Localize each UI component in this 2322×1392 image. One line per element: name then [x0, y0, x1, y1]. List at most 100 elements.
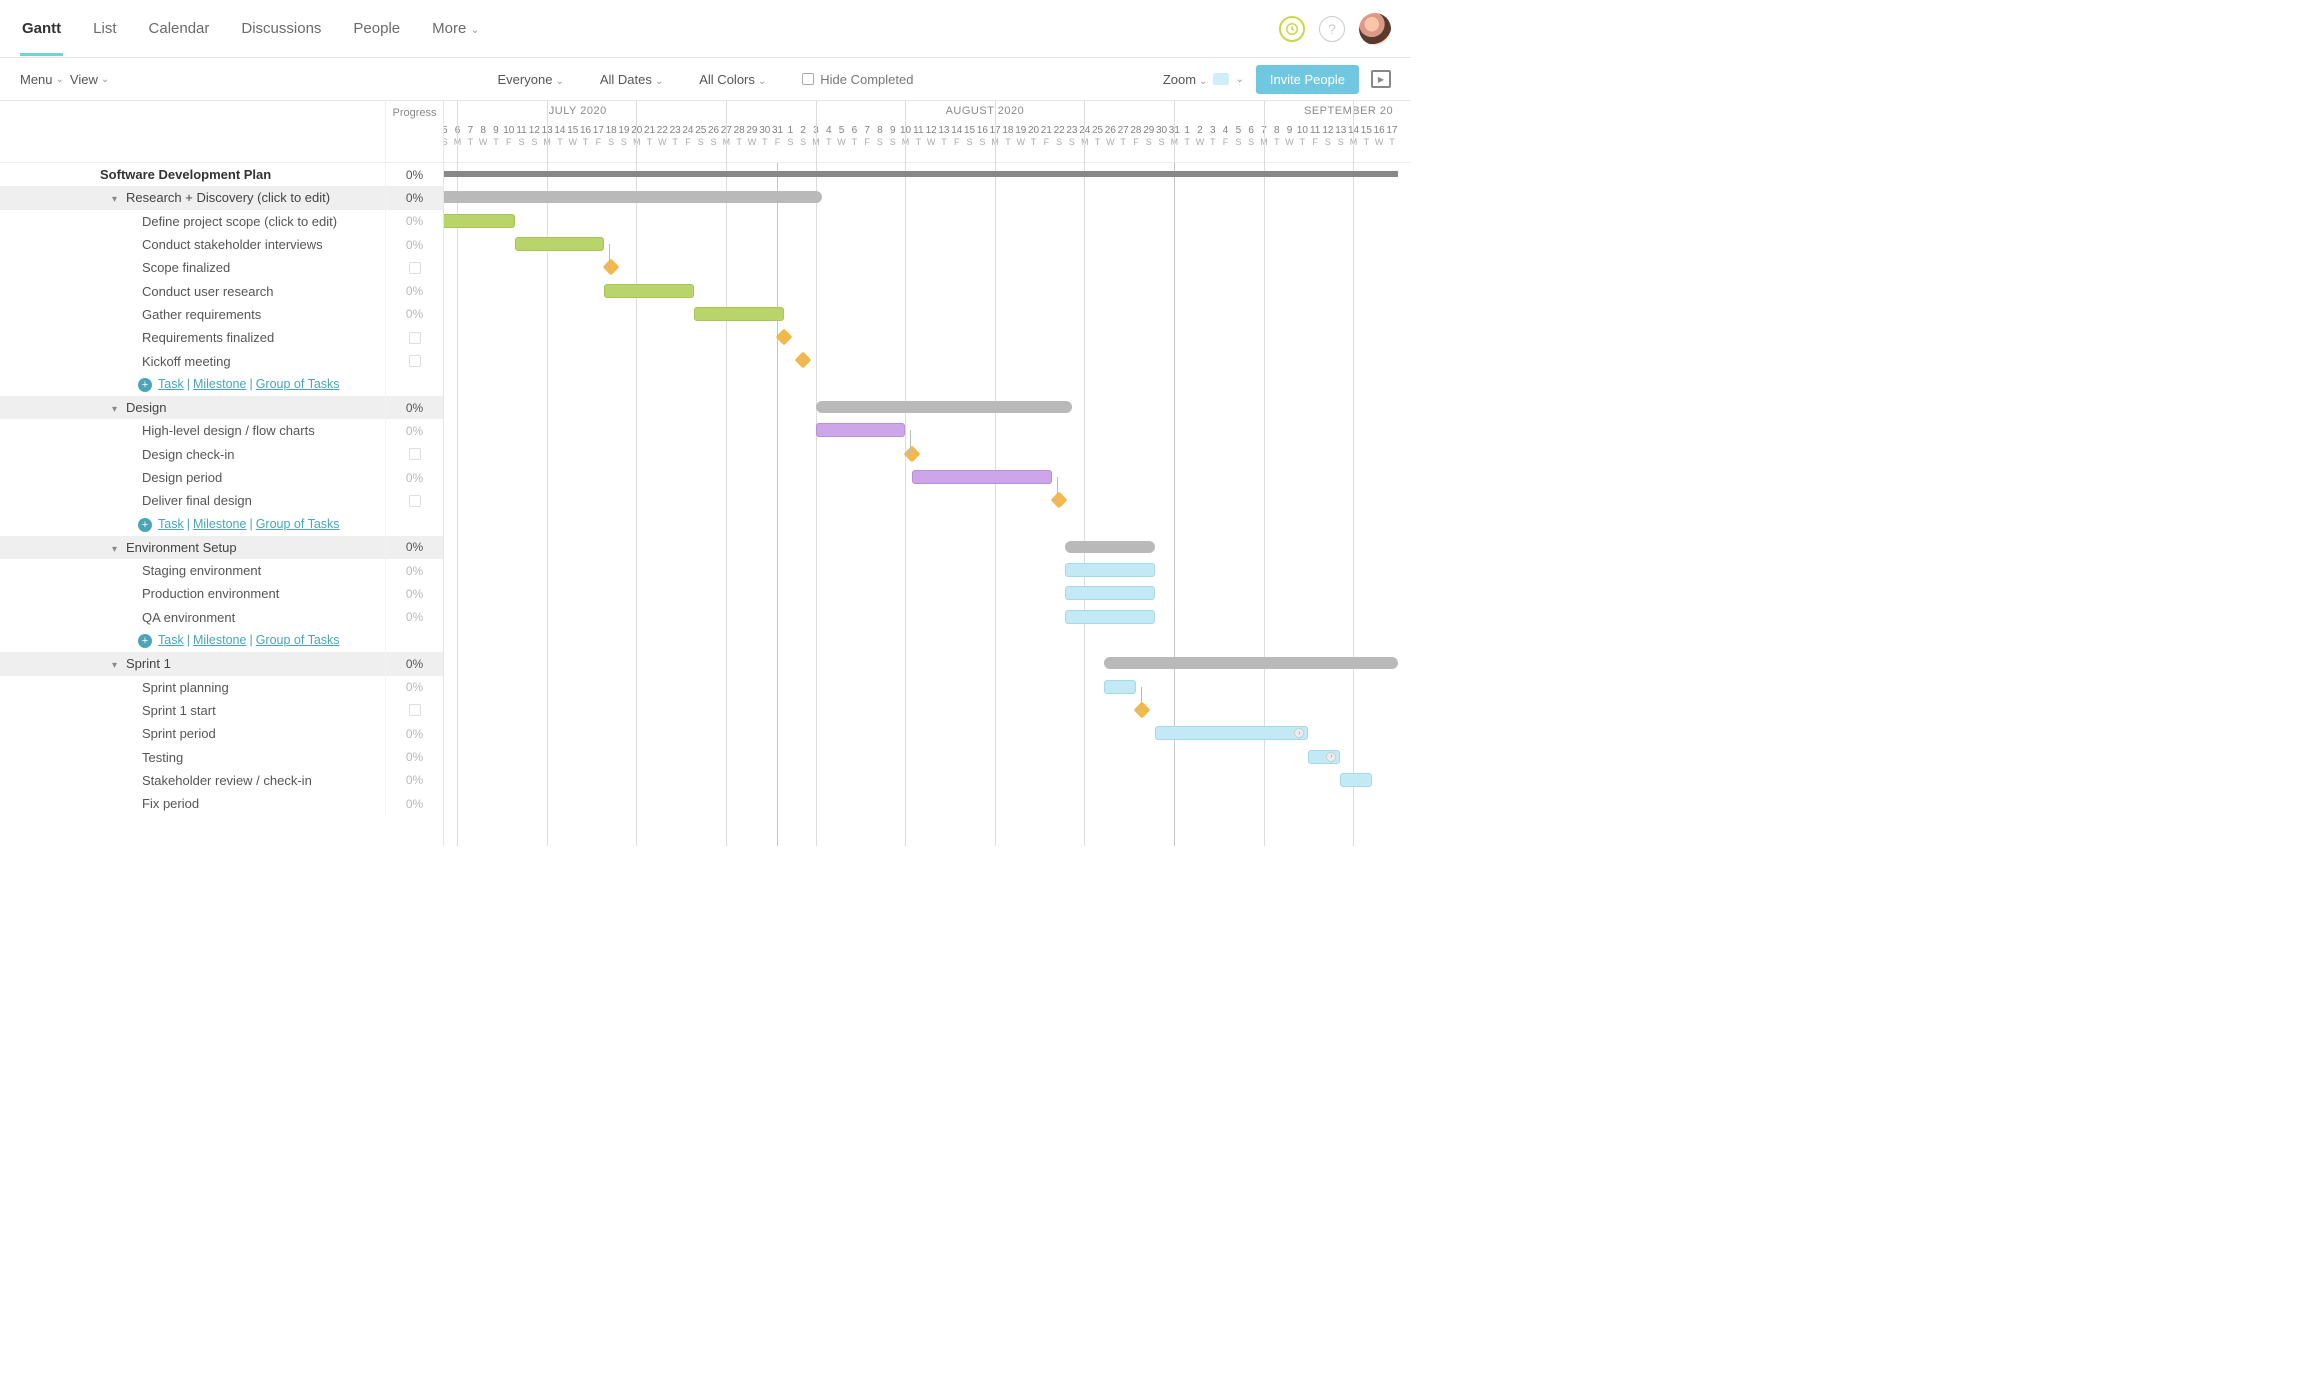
- task-row[interactable]: Design period0%: [0, 466, 443, 489]
- bar-handle[interactable]: ›: [1326, 752, 1336, 762]
- task-row[interactable]: Sprint period0%: [0, 722, 443, 745]
- filter-all-colors[interactable]: All Colors⌄: [699, 72, 766, 87]
- milestone-checkbox[interactable]: [409, 332, 421, 344]
- task-row[interactable]: Conduct stakeholder interviews0%: [0, 233, 443, 256]
- milestone-checkbox[interactable]: [409, 262, 421, 274]
- task-row[interactable]: Conduct user research0%: [0, 279, 443, 302]
- row-name[interactable]: Gather requirements: [0, 307, 385, 322]
- nav-tab-discussions[interactable]: Discussions: [239, 2, 323, 55]
- task-row[interactable]: Staging environment0%: [0, 559, 443, 582]
- filter-everyone[interactable]: Everyone⌄: [498, 72, 564, 87]
- help-icon[interactable]: ?: [1319, 16, 1345, 42]
- add-milestone-link[interactable]: Milestone: [193, 633, 247, 647]
- add-group-link[interactable]: Group of Tasks: [256, 633, 340, 647]
- gantt-bar[interactable]: [1104, 680, 1136, 694]
- gantt-bar[interactable]: [1065, 586, 1155, 600]
- group-row[interactable]: ▾Design0%: [0, 396, 443, 419]
- group-row[interactable]: ▾Environment Setup0%: [0, 536, 443, 559]
- invite-people-button[interactable]: Invite People: [1256, 65, 1359, 94]
- zoom-dropdown[interactable]: Zoom⌄: [1163, 72, 1208, 87]
- filter-all-dates[interactable]: All Dates⌄: [600, 72, 663, 87]
- milestone-checkbox[interactable]: [409, 704, 421, 716]
- row-name[interactable]: Fix period: [0, 796, 385, 811]
- task-row[interactable]: QA environment0%: [0, 606, 443, 629]
- row-name[interactable]: Production environment: [0, 586, 385, 601]
- present-icon[interactable]: [1371, 70, 1391, 88]
- nav-tab-more[interactable]: More⌄: [430, 2, 481, 55]
- gantt-bar[interactable]: [694, 307, 784, 321]
- gantt-bar[interactable]: [912, 470, 1053, 484]
- task-row[interactable]: Requirements finalized: [0, 326, 443, 349]
- gantt-bar[interactable]: [444, 171, 1398, 177]
- gantt-timeline[interactable]: JULY 2020AUGUST 2020SEPTEMBER 20 5S6M7T8…: [444, 101, 1411, 846]
- row-name[interactable]: Testing: [0, 750, 385, 765]
- add-group-link[interactable]: Group of Tasks: [256, 517, 340, 531]
- zoom-swatch[interactable]: [1213, 73, 1229, 85]
- add-icon[interactable]: +: [138, 378, 152, 392]
- row-name[interactable]: ▾Environment Setup: [0, 540, 385, 555]
- row-name[interactable]: ▾Sprint 1: [0, 656, 385, 671]
- add-milestone-link[interactable]: Milestone: [193, 377, 247, 391]
- task-row[interactable]: Design check-in: [0, 443, 443, 466]
- nav-tab-list[interactable]: List: [91, 2, 118, 55]
- nav-tab-calendar[interactable]: Calendar: [147, 2, 212, 55]
- history-icon[interactable]: [1279, 16, 1305, 42]
- add-milestone-link[interactable]: Milestone: [193, 517, 247, 531]
- gantt-bar[interactable]: [444, 214, 515, 228]
- group-row[interactable]: ▾Research + Discovery (click to edit)0%: [0, 186, 443, 209]
- view-dropdown[interactable]: View⌄: [70, 72, 109, 87]
- addline-row[interactable]: +Task|Milestone|Group of Tasks: [0, 629, 443, 652]
- milestone-checkbox[interactable]: [409, 495, 421, 507]
- task-row[interactable]: Deliver final design: [0, 489, 443, 512]
- row-name[interactable]: Kickoff meeting: [0, 354, 385, 369]
- row-name[interactable]: Conduct stakeholder interviews: [0, 237, 385, 252]
- task-row[interactable]: High-level design / flow charts0%: [0, 419, 443, 442]
- gantt-bar[interactable]: [1065, 610, 1155, 624]
- nav-tab-people[interactable]: People: [351, 2, 402, 55]
- gantt-bar[interactable]: [1065, 563, 1155, 577]
- gantt-bar[interactable]: [604, 284, 694, 298]
- row-name[interactable]: Sprint 1 start: [0, 703, 385, 718]
- milestone-diamond[interactable]: [794, 352, 811, 369]
- add-task-link[interactable]: Task: [158, 517, 184, 531]
- gantt-bar[interactable]: [1065, 541, 1155, 553]
- row-name[interactable]: Sprint planning: [0, 680, 385, 695]
- gantt-bar[interactable]: [444, 191, 822, 203]
- milestone-checkbox[interactable]: [409, 355, 421, 367]
- add-icon[interactable]: +: [138, 634, 152, 648]
- row-name[interactable]: Stakeholder review / check-in: [0, 773, 385, 788]
- task-row[interactable]: Production environment0%: [0, 582, 443, 605]
- task-row[interactable]: Scope finalized: [0, 256, 443, 279]
- gantt-bar[interactable]: [515, 237, 605, 251]
- task-row[interactable]: Stakeholder review / check-in0%: [0, 769, 443, 792]
- task-row[interactable]: Fix period0%: [0, 792, 443, 815]
- task-row[interactable]: Gather requirements0%: [0, 303, 443, 326]
- row-name[interactable]: QA environment: [0, 610, 385, 625]
- row-name[interactable]: Scope finalized: [0, 260, 385, 275]
- task-row[interactable]: Sprint planning0%: [0, 676, 443, 699]
- gantt-bar[interactable]: [816, 423, 906, 437]
- hide-completed-toggle[interactable]: Hide Completed: [802, 72, 913, 87]
- addline-row[interactable]: +Task|Milestone|Group of Tasks: [0, 373, 443, 396]
- row-name[interactable]: Software Development Plan: [0, 167, 385, 182]
- add-icon[interactable]: +: [138, 518, 152, 532]
- avatar[interactable]: [1359, 13, 1391, 45]
- task-row[interactable]: Sprint 1 start: [0, 699, 443, 722]
- add-task-link[interactable]: Task: [158, 377, 184, 391]
- gantt-bar[interactable]: [1340, 773, 1372, 787]
- add-task-link[interactable]: Task: [158, 633, 184, 647]
- gantt-bar[interactable]: [1155, 726, 1309, 740]
- addline-row[interactable]: +Task|Milestone|Group of Tasks: [0, 512, 443, 535]
- row-name[interactable]: Staging environment: [0, 563, 385, 578]
- row-name[interactable]: Deliver final design: [0, 493, 385, 508]
- gantt-bar[interactable]: [1104, 657, 1398, 669]
- row-name[interactable]: Conduct user research: [0, 284, 385, 299]
- task-row[interactable]: Testing0%: [0, 745, 443, 768]
- group-row[interactable]: ▾Sprint 10%: [0, 652, 443, 675]
- row-name[interactable]: ▾Design: [0, 400, 385, 415]
- task-row[interactable]: Kickoff meeting: [0, 349, 443, 372]
- row-name[interactable]: Define project scope (click to edit): [0, 214, 385, 229]
- row-name[interactable]: Sprint period: [0, 726, 385, 741]
- row-name[interactable]: Design check-in: [0, 447, 385, 462]
- nav-tab-gantt[interactable]: Gantt: [20, 2, 63, 55]
